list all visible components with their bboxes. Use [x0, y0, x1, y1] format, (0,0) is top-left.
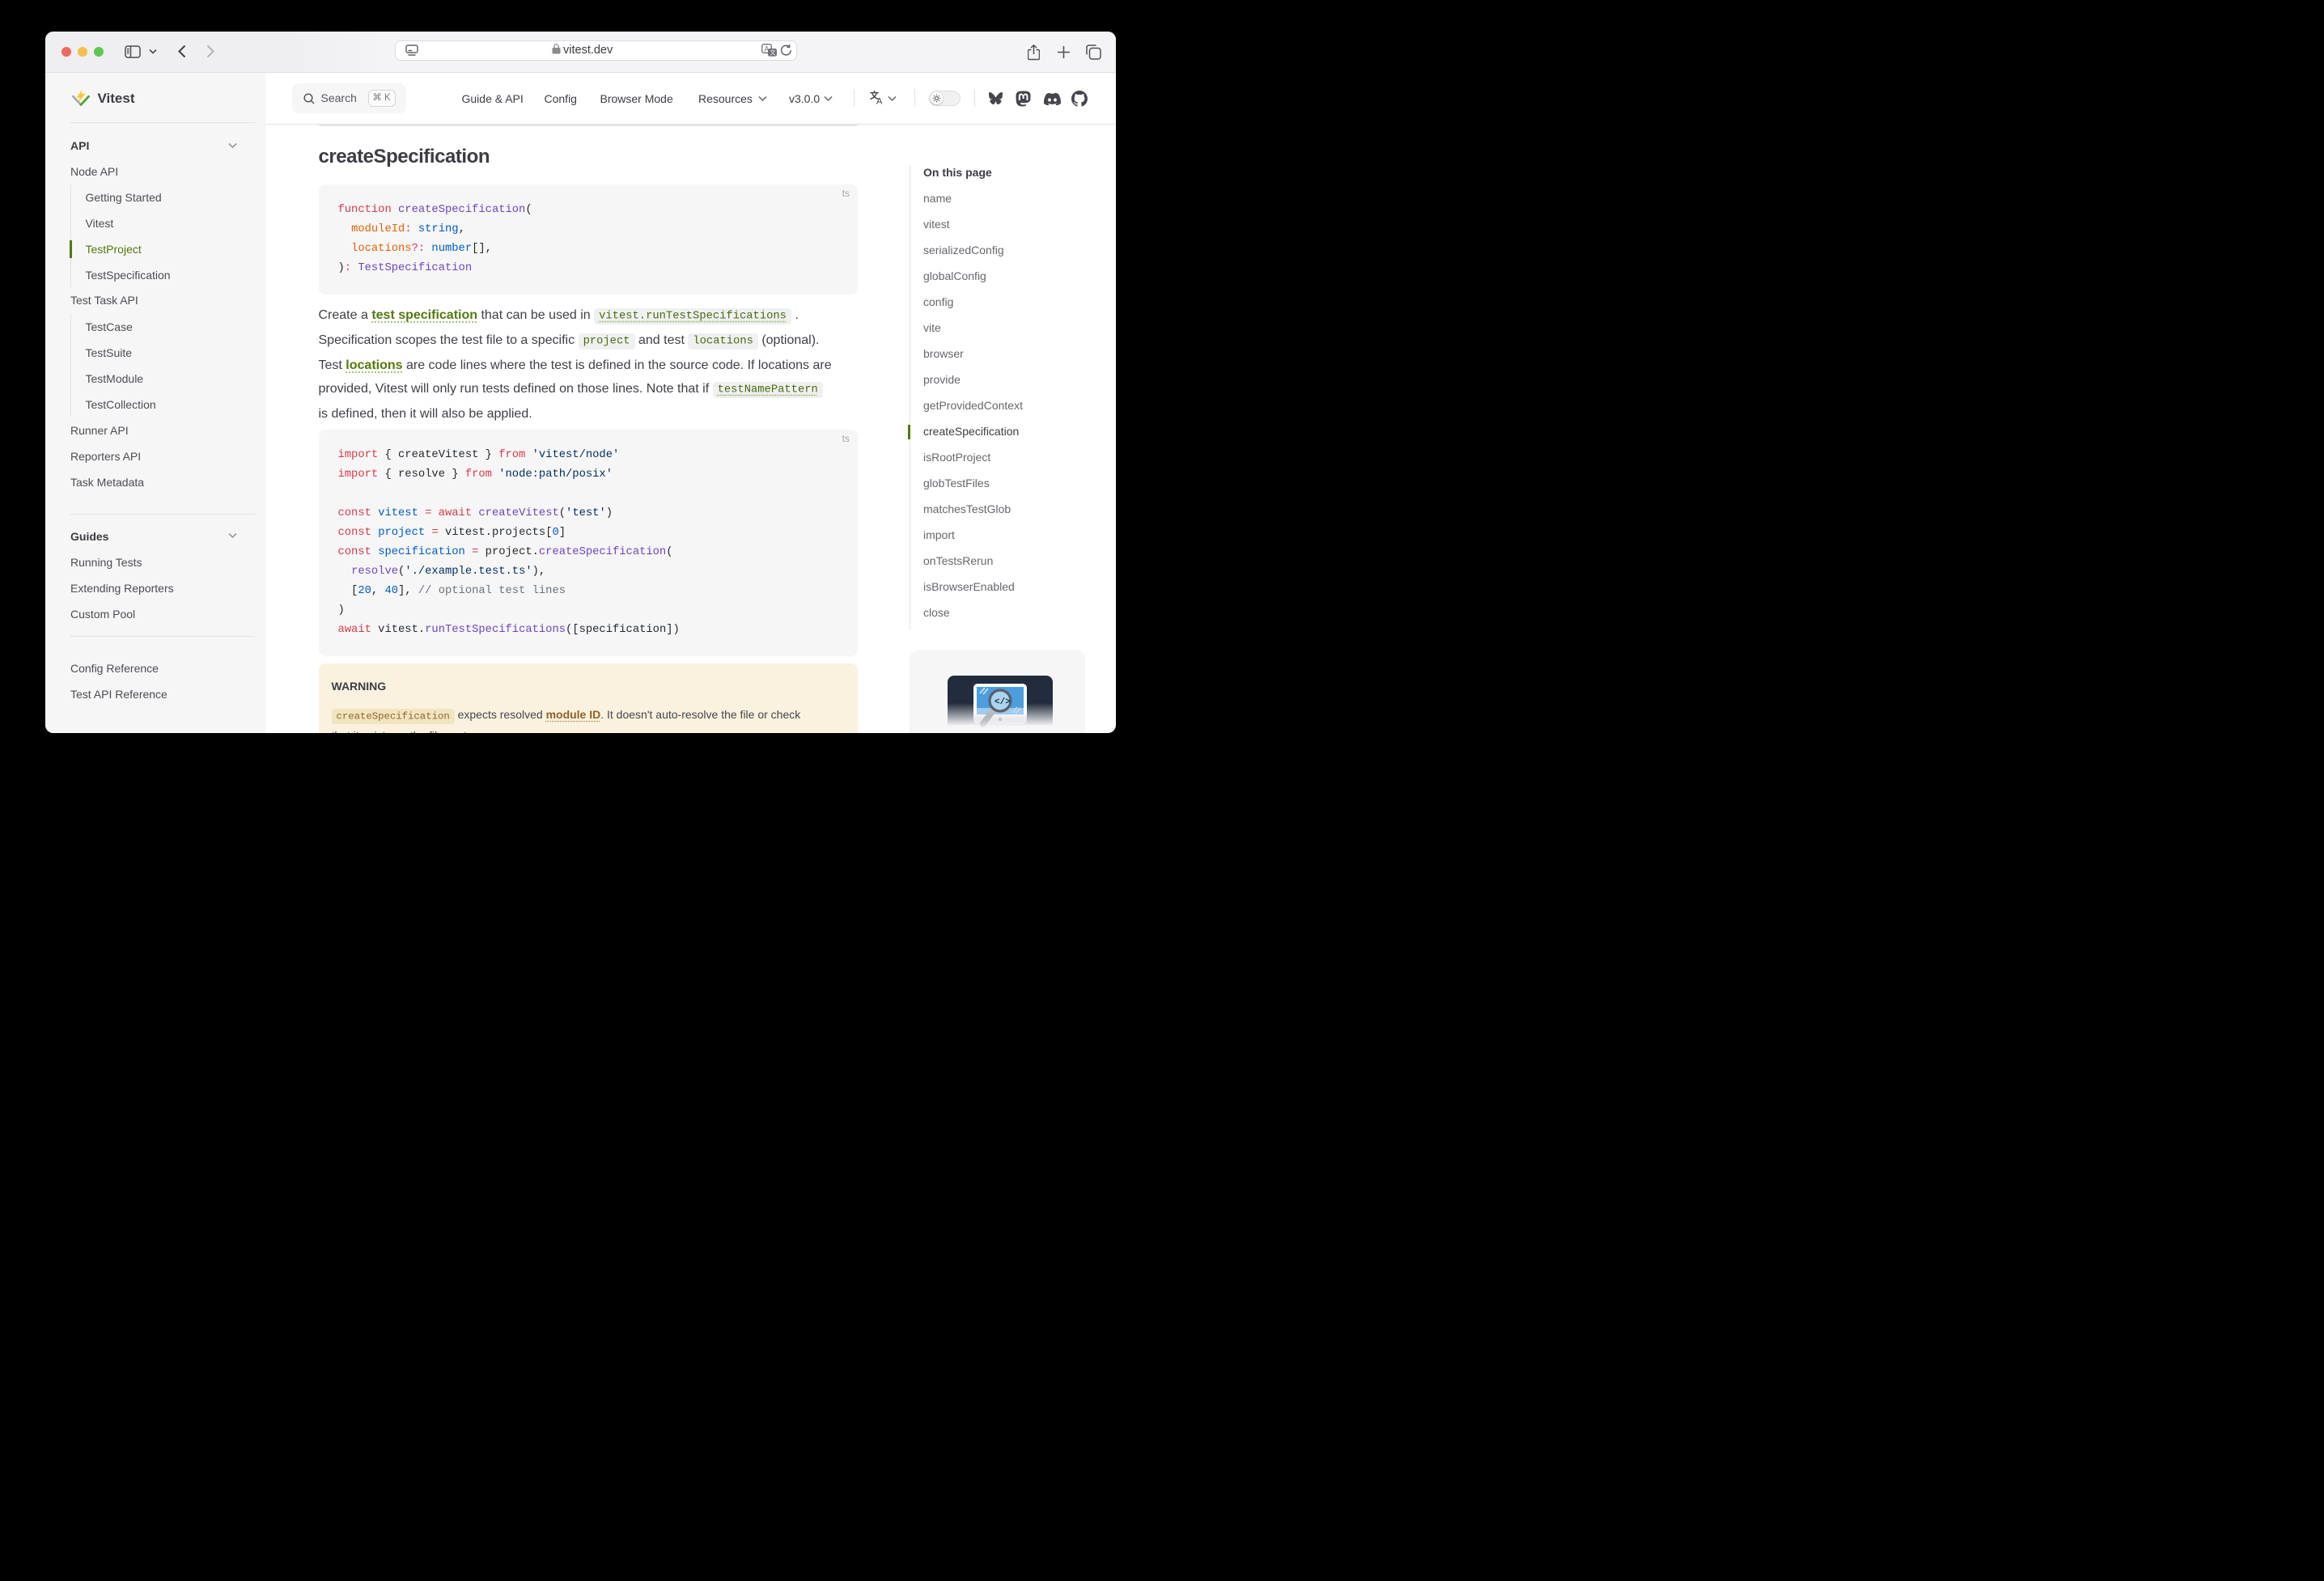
svg-text:</>: </> — [994, 697, 1011, 707]
svg-text:A: A — [876, 96, 883, 105]
svg-text:文: 文 — [770, 48, 776, 56]
